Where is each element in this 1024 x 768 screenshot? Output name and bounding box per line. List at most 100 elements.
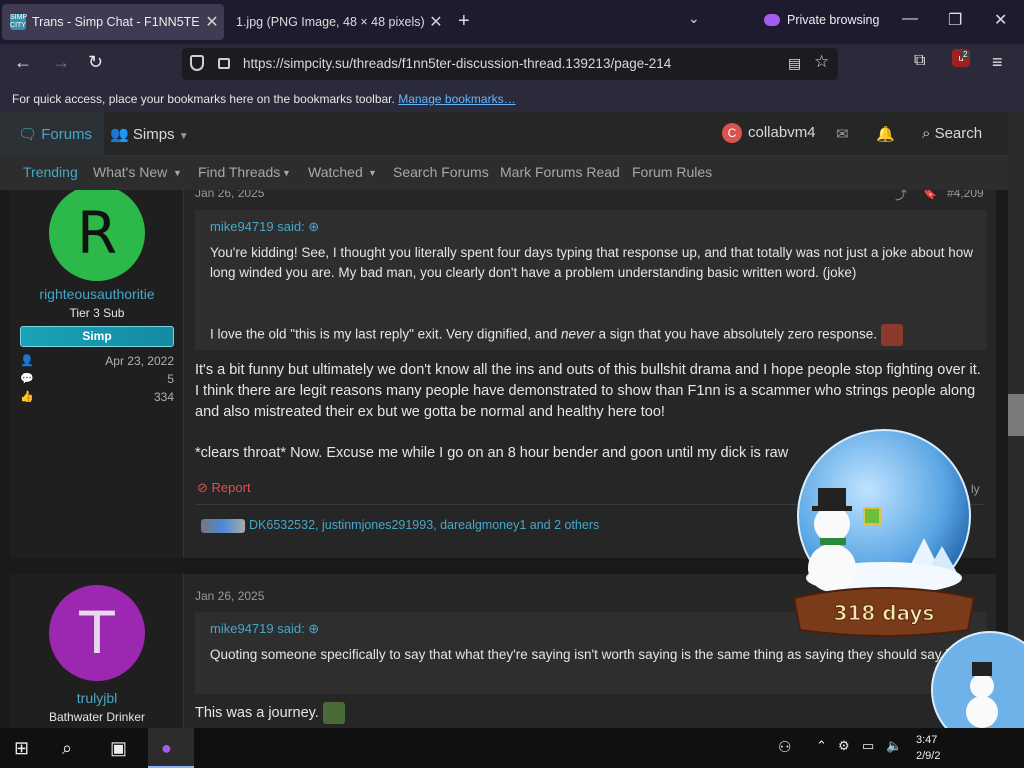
chevron-up-icon[interactable]: ⌃ <box>816 738 827 754</box>
subnav-forum-rules[interactable]: Forum Rules <box>632 164 712 180</box>
report-label: Report <box>211 480 251 495</box>
post-user-info: T trulyjbl Bathwater Drinker <box>10 574 184 728</box>
thumbs-up-icon: 👍 <box>20 391 34 403</box>
reactions-list[interactable]: DK6532532, justinmjones291993, darealgmo… <box>249 518 599 532</box>
message-count: 5 <box>167 372 174 386</box>
quote-text-2-a: I love the old "this is my last reply" e… <box>210 326 561 342</box>
tray-app-icon[interactable]: ⚙ <box>838 738 850 754</box>
tab-simp-chat[interactable]: SIMP CITY Trans - Simp Chat - F1NN5TER ✕ <box>2 4 224 40</box>
jump-up-arrow-icon[interactable]: ⊕ <box>308 219 319 234</box>
snowman-scarf <box>820 538 846 545</box>
post-body-1: This was a journey. <box>195 702 985 724</box>
post-user-info: R righteousauthoritie Tier 3 Sub Simp 👤 … <box>10 190 184 558</box>
restore-icon[interactable]: ❐ <box>948 10 962 30</box>
close-tab-icon[interactable]: ✕ <box>424 12 448 32</box>
bookmark-icon[interactable]: 🔖 <box>922 190 937 200</box>
task-view-icon[interactable]: ▣ <box>110 738 127 759</box>
account-menu[interactable]: Ccollabvm4 <box>722 123 816 143</box>
jump-up-arrow-icon[interactable]: ⊕ <box>308 621 319 636</box>
network-icon[interactable]: ▭ <box>862 738 874 754</box>
minimize-icon[interactable]: — <box>902 10 918 28</box>
new-tab-icon[interactable]: + <box>458 10 470 33</box>
subnav-search-forums[interactable]: Search Forums <box>393 164 489 180</box>
share-icon[interactable]: ⤴ <box>895 190 907 203</box>
people-icon[interactable]: ⚇ <box>778 738 791 756</box>
simps-nav-tab[interactable]: 👥 Simps ▼ <box>110 125 189 143</box>
subnav-mark-read[interactable]: Mark Forums Read <box>500 164 620 180</box>
snowman-hat <box>818 488 846 508</box>
volume-icon[interactable]: 🔈 <box>886 738 902 754</box>
back-arrow-icon[interactable]: ← <box>14 52 32 73</box>
address-bar[interactable]: https://simpcity.su/threads/f1nn5ter-dis… <box>182 48 838 80</box>
author-avatar[interactable]: R <box>49 190 145 281</box>
reactions-summary[interactable]: DK6532532, justinmjones291993, darealgmo… <box>201 518 599 533</box>
snowman-head <box>970 674 994 698</box>
snowman-head <box>814 506 850 542</box>
close-tab-icon[interactable]: ✕ <box>200 12 224 32</box>
reader-view-icon[interactable]: ▤ <box>788 55 801 72</box>
quote-text-2: I love the old "this is my last reply" e… <box>210 324 980 346</box>
site-favicon-icon: SIMP CITY <box>10 14 28 30</box>
quote-author[interactable]: mike94719 said: ⊕ <box>210 219 319 235</box>
users-group-icon: 👥 <box>110 126 129 143</box>
tracking-shield-icon[interactable] <box>190 55 204 71</box>
snowman-hat <box>972 662 992 676</box>
inbox-envelope-icon[interactable]: ✉ <box>836 125 849 143</box>
manage-bookmarks-link[interactable]: Manage bookmarks… <box>398 92 515 106</box>
taskbar-browser-button[interactable]: ● <box>148 728 194 768</box>
author-name[interactable]: trulyjbl <box>10 690 184 706</box>
forward-arrow-icon[interactable]: → <box>52 52 70 73</box>
close-window-icon[interactable]: ✕ <box>994 10 1007 30</box>
subnav-find-threads[interactable]: Find Threads <box>198 164 280 180</box>
chevron-down-icon[interactable]: ▼ <box>368 168 377 178</box>
post-body-1: It's a bit funny but ultimately we don't… <box>195 362 981 420</box>
post-date[interactable]: Jan 26, 2025 <box>195 589 264 603</box>
alerts-bell-icon[interactable]: 🔔 <box>876 125 895 143</box>
author-name[interactable]: righteousauthoritie <box>10 286 184 302</box>
search-button[interactable]: ⌕ Search <box>922 125 982 142</box>
joined-date: Apr 23, 2022 <box>105 354 174 368</box>
bookmark-star-icon[interactable]: ☆ <box>814 52 829 72</box>
forums-nav-tab[interactable]: 🗨 Forums <box>0 112 104 156</box>
lock-icon[interactable] <box>218 58 230 69</box>
subnav-whats-new[interactable]: What's New <box>93 164 167 180</box>
quote-author[interactable]: mike94719 said: ⊕ <box>210 621 319 637</box>
reload-icon[interactable]: ↻ <box>88 52 103 73</box>
report-button[interactable]: ⊘ Report <box>197 480 251 496</box>
gift-icon <box>863 507 881 525</box>
subnav-watched[interactable]: Watched <box>308 164 363 180</box>
scrollbar-thumb[interactable] <box>1008 394 1024 436</box>
chevron-down-icon: ▼ <box>178 131 189 142</box>
post-number[interactable]: #4,209 <box>947 190 984 200</box>
user-banner: Simp <box>20 326 174 347</box>
quote-author-text: mike94719 said: <box>210 621 305 636</box>
windows-start-icon[interactable]: ⊞ <box>14 738 29 759</box>
extensions-puzzle-icon[interactable]: ⧉ <box>914 52 925 70</box>
tab-strip: SIMP CITY Trans - Simp Chat - F1NN5TER ✕… <box>0 0 1024 44</box>
reaction-avatars-icon <box>201 518 245 533</box>
emote-image-icon <box>880 324 903 346</box>
chevron-down-icon[interactable]: ▼ <box>173 168 182 178</box>
quote-text-2-b: a sign that you have absolutely zero res… <box>594 326 877 342</box>
quote-text-1: You're kidding! See, I thought you liter… <box>210 245 974 280</box>
private-browser-icon: ● <box>161 738 172 758</box>
list-tabs-chevron-icon[interactable]: ⌄ <box>688 10 700 27</box>
subnav-trending[interactable]: Trending <box>23 164 78 180</box>
post-date[interactable]: Jan 26, 2025 <box>195 190 264 200</box>
search-label: Search <box>934 125 983 142</box>
quote-text-2-em: never <box>561 326 595 342</box>
private-mask-icon <box>764 14 780 26</box>
tab-image[interactable]: 1.jpg (PNG Image, 48 × 48 pixels) ✕ <box>226 4 448 40</box>
author-avatar[interactable]: T <box>49 585 145 681</box>
search-icon[interactable]: ⌕ <box>62 738 72 759</box>
clock-date: 2/9/2 <box>916 750 941 762</box>
chevron-down-icon[interactable]: ▼ <box>282 168 291 178</box>
url-text[interactable]: https://simpcity.su/threads/f1nn5ter-dis… <box>243 56 671 71</box>
tab-title: Trans - Simp Chat - F1NN5TER <box>32 15 200 29</box>
days-counter: 318 days <box>834 601 935 625</box>
emote-image-icon <box>322 702 345 724</box>
user-icon: 👤 <box>20 355 34 367</box>
menu-hamburger-icon[interactable]: ≡ <box>992 52 1003 73</box>
snow-globe-secondary <box>931 631 1024 730</box>
system-clock[interactable]: 3:47 2/9/2 <box>916 732 940 764</box>
